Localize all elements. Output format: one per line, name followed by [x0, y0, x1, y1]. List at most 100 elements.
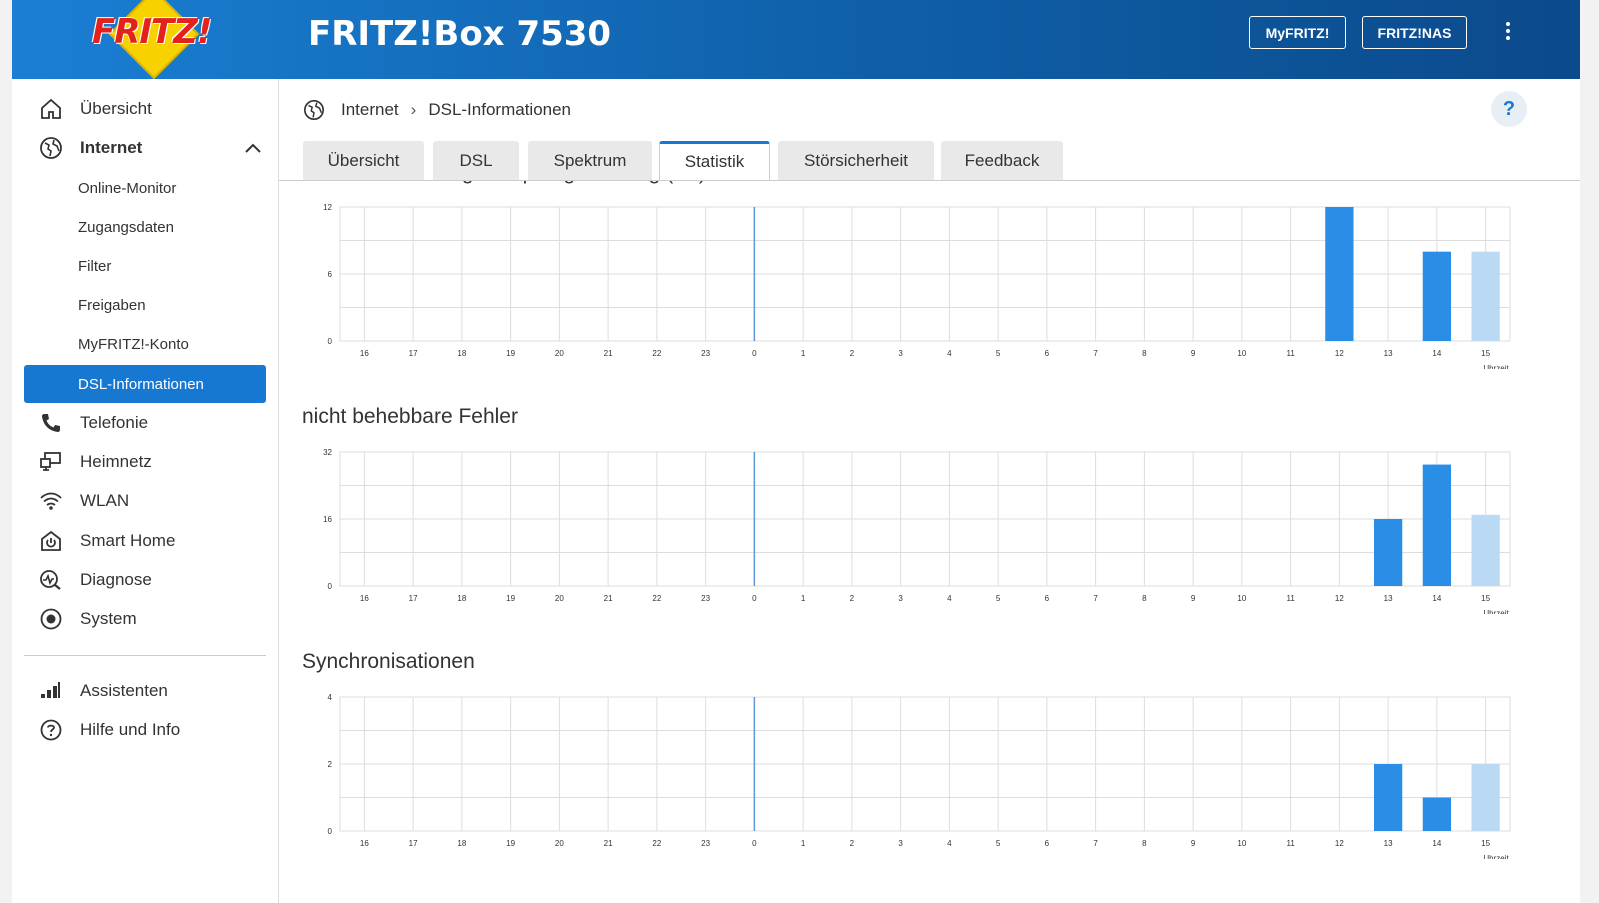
more-menu-icon[interactable]	[1504, 22, 1512, 44]
x-tick-label: 10	[1237, 839, 1246, 848]
top-header: FRITZ! FRITZ!Box 7530 MyFRITZ! FRITZ!NAS	[12, 0, 1580, 80]
x-tick-label: 18	[457, 349, 466, 358]
tab-uebersicht[interactable]: Übersicht	[303, 141, 424, 180]
chart-fehler-svg: 0163216 17 18 19 20 21 22 23 0 1 2 3 4 5 6 7 8 9 10 11 12 13 1…	[323, 448, 1511, 614]
x-tick-label: 1	[801, 839, 806, 848]
x-axis-label: Uhrzeit	[1483, 364, 1509, 369]
phone-icon	[38, 410, 64, 436]
sidebar-item-heimnetz[interactable]: Heimnetz	[24, 442, 266, 482]
bar	[1373, 764, 1403, 831]
sidebar-item-label: Telefonie	[80, 413, 149, 432]
x-tick-label: 23	[701, 349, 710, 358]
x-tick-label: 0	[752, 594, 757, 603]
x-tick-label: 21	[604, 349, 613, 358]
sidebar-item-internet[interactable]: Internet	[24, 128, 266, 168]
tab-dsl[interactable]: DSL	[433, 141, 519, 180]
breadcrumb: Internet › DSL-Informationen	[303, 97, 571, 123]
sidebar-item-label: Smart Home	[80, 531, 176, 550]
assistant-icon	[38, 678, 64, 704]
x-tick-label: 21	[604, 839, 613, 848]
sidebar-sub-myfritz-konto[interactable]: MyFRITZ!-Konto	[24, 325, 266, 363]
sidebar-sub-freigaben[interactable]: Freigaben	[24, 286, 266, 324]
chart-snr: 0 6 12 16 17 18 19 20 21 22 23 0 1 2 3 4 5 6 7 8 9 10 11 12 13 14…	[302, 199, 1542, 369]
y-tick-label: 32	[323, 448, 332, 457]
bar	[1471, 764, 1500, 831]
x-tick-label: 20	[555, 594, 564, 603]
wifi-icon	[38, 488, 64, 514]
sidebar-item-system[interactable]: System	[24, 599, 266, 639]
x-tick-label: 20	[555, 839, 564, 848]
sidebar-item-label: Hilfe und Info	[80, 720, 181, 739]
x-tick-label: 22	[652, 839, 661, 848]
help-circle-icon	[38, 717, 64, 743]
sidebar-sub-online-monitor[interactable]: Online-Monitor	[24, 169, 266, 207]
chart-sync-svg: 02416 17 18 19 20 21 22 23 0 1 2 3 4 5 6 7 8 9 10 11 12 13 14 1…	[328, 693, 1511, 859]
tab-feedback[interactable]: Feedback	[941, 141, 1063, 180]
x-tick-label: 17	[409, 349, 418, 358]
x-tick-label: 13	[1384, 594, 1393, 603]
tab-stoersicherheit[interactable]: Störsicherheit	[778, 141, 934, 180]
sidebar-sub-filter[interactable]: Filter	[24, 247, 266, 285]
sidebar-sub-zugangsdaten[interactable]: Zugangsdaten	[24, 208, 266, 246]
x-tick-label: 16	[360, 349, 369, 358]
x-tick-label: 10	[1237, 349, 1246, 358]
x-tick-label: 5	[996, 839, 1001, 848]
chevron-up-icon[interactable]	[244, 140, 262, 160]
help-button[interactable]: ?	[1491, 91, 1527, 127]
y-tick-label: 2	[328, 760, 333, 769]
y-tick-label: 0	[328, 337, 333, 346]
chart-fehler: 0 16 32 16 17 18 19 20 21 22 23 0 1 2 3 4 5 6 7 8 9 10 11 12 13 1…	[302, 444, 1542, 614]
sidebar-item-smart-home[interactable]: Smart Home	[24, 521, 266, 561]
y-tick-label: 12	[323, 203, 332, 212]
x-tick-label: 4	[947, 594, 952, 603]
x-tick-label: 18	[457, 594, 466, 603]
y-tick-label: 4	[328, 693, 333, 702]
fritz-logo[interactable]: FRITZ!	[12, 0, 282, 80]
system-icon	[38, 606, 64, 632]
y-tick-label: 16	[323, 515, 332, 524]
bar	[1422, 797, 1452, 831]
x-tick-label: 11	[1286, 839, 1295, 848]
x-tick-label: 13	[1384, 349, 1393, 358]
x-tick-label: 2	[850, 839, 855, 848]
x-tick-label: 11	[1286, 594, 1295, 603]
x-tick-label: 6	[1045, 349, 1050, 358]
x-tick-label: 22	[652, 594, 661, 603]
x-tick-label: 13	[1384, 839, 1393, 848]
y-tick-label: 0	[328, 827, 333, 836]
chevron-right-icon: ›	[410, 100, 417, 119]
sidebar-item-hilfe-und-info[interactable]: Hilfe und Info	[24, 710, 266, 750]
power-icon	[38, 528, 64, 554]
diagnose-icon	[38, 567, 64, 593]
x-tick-label: 14	[1432, 349, 1441, 358]
fritznas-button[interactable]: FRITZ!NAS	[1362, 16, 1467, 49]
sidebar-item-label: Diagnose	[80, 570, 152, 589]
x-tick-label: 7	[1093, 839, 1098, 848]
x-tick-label: 4	[947, 839, 952, 848]
breadcrumb-internet[interactable]: Internet	[341, 100, 399, 120]
x-tick-label: 21	[604, 594, 613, 603]
sidebar-item-uebersicht[interactable]: Übersicht	[24, 89, 266, 129]
sidebar-item-diagnose[interactable]: Diagnose	[24, 560, 266, 600]
x-tick-label: 10	[1237, 594, 1246, 603]
bar	[1422, 464, 1452, 586]
x-tick-label: 17	[409, 839, 418, 848]
x-tick-label: 5	[996, 349, 1001, 358]
x-tick-label: 7	[1093, 349, 1098, 358]
myfritz-button[interactable]: MyFRITZ!	[1249, 16, 1346, 49]
x-tick-label: 0	[752, 839, 757, 848]
x-tick-label: 20	[555, 349, 564, 358]
x-tick-label: 3	[898, 839, 903, 848]
sidebar-sub-dsl-informationen[interactable]: DSL-Informationen	[24, 365, 266, 403]
sidebar-item-wlan[interactable]: WLAN	[24, 481, 266, 521]
sidebar-item-telefonie[interactable]: Telefonie	[24, 403, 266, 443]
x-tick-label: 16	[360, 594, 369, 603]
tab-spektrum[interactable]: Spektrum	[528, 141, 652, 180]
y-tick-label: 6	[328, 270, 333, 279]
x-tick-label: 11	[1286, 349, 1295, 358]
sidebar-item-assistenten[interactable]: Assistenten	[24, 671, 266, 711]
x-tick-label: 5	[996, 594, 1001, 603]
x-tick-label: 8	[1142, 839, 1147, 848]
tab-statistik[interactable]: Statistik	[659, 141, 770, 180]
sidebar-item-label: WLAN	[80, 491, 130, 510]
